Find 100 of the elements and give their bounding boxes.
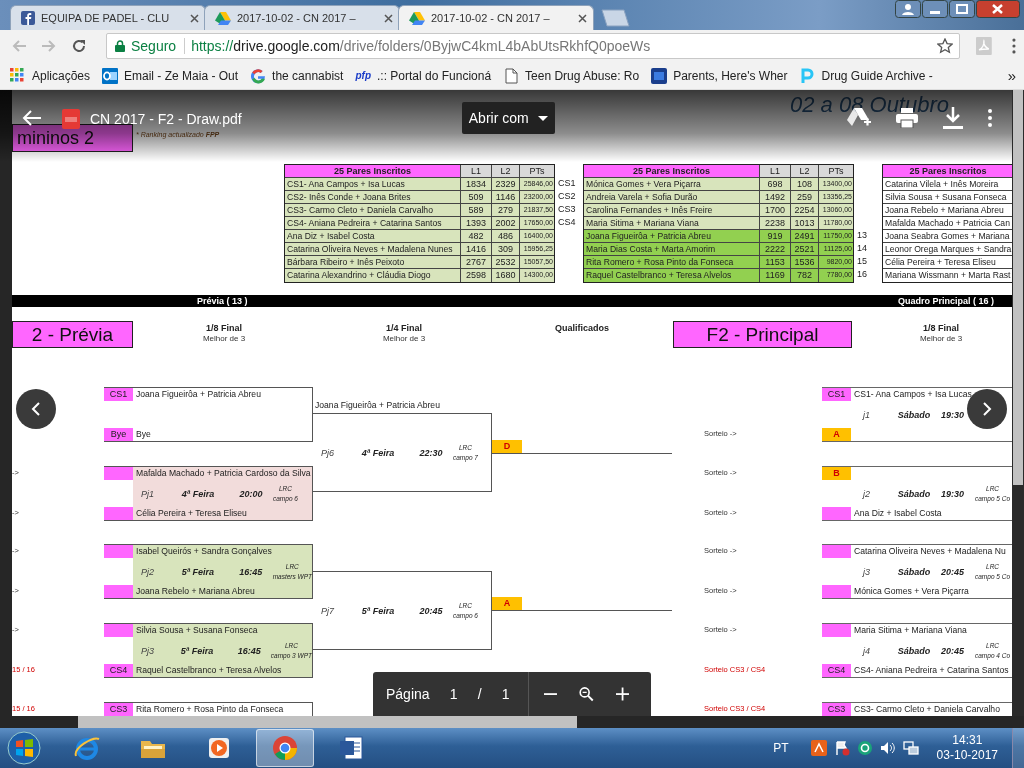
column-header: L1 xyxy=(461,165,492,178)
slot-label: D xyxy=(492,440,522,453)
game-day: Sábado xyxy=(887,488,941,499)
game-day: 4ª Feira xyxy=(167,488,229,499)
clock-date[interactable]: 03-10-2017 xyxy=(936,748,998,763)
open-with-button[interactable]: Abrir com xyxy=(461,102,555,134)
drive-icon xyxy=(215,11,231,25)
bookmark-item[interactable]: pfp .:: Portal do Funcioná xyxy=(355,68,492,83)
table-cell: Joana Figueirôa + Patricia Abreu xyxy=(584,230,760,243)
table-cell: Maria Dias Costa + Marta Amorim xyxy=(584,243,760,256)
table-cell: 698 xyxy=(760,178,791,191)
team-name: Célia Pereira + Teresa Eliseu xyxy=(133,507,312,520)
row-tag: 15 xyxy=(857,256,867,266)
seed-label: CS4 xyxy=(822,664,851,677)
table-cell: Célia Pereira + Teresa Eliseu xyxy=(883,256,1012,269)
maximize-icon[interactable] xyxy=(949,0,975,18)
flag-icon[interactable] xyxy=(833,740,850,756)
chevron-right-icon xyxy=(982,402,992,416)
close-icon[interactable] xyxy=(384,13,393,23)
column-header: L1 xyxy=(760,165,791,178)
table-cell: 2254 xyxy=(791,204,819,217)
game-day: Sábado xyxy=(887,645,941,656)
seed-marker xyxy=(104,545,133,558)
team-name: Silvia Sousa + Susana Fonseca xyxy=(133,624,312,637)
slot-label: A xyxy=(822,428,851,441)
table-cell: 2767 xyxy=(461,256,492,269)
table-cell: 259 xyxy=(791,191,819,204)
column-header: L2 xyxy=(492,165,520,178)
shield-icon[interactable] xyxy=(856,740,873,756)
round-title: 1/8 Final xyxy=(922,323,960,333)
seed-marker xyxy=(104,624,133,637)
more-bookmarks-button[interactable]: » xyxy=(1007,67,1016,84)
back-icon[interactable] xyxy=(22,110,42,126)
user-icon[interactable] xyxy=(895,0,921,18)
menu-icon[interactable] xyxy=(1012,38,1016,54)
vertical-scrollbar[interactable] xyxy=(1012,90,1024,716)
game-time: 19:30 xyxy=(941,409,966,420)
browser-tab[interactable]: EQUIPA DE PADEL - CLU xyxy=(10,5,206,30)
outlook-icon xyxy=(102,67,119,84)
bookmark-item[interactable]: Email - Ze Maia - Out xyxy=(102,67,239,84)
close-icon[interactable] xyxy=(578,13,587,23)
page-number[interactable]: 1 xyxy=(449,686,458,702)
round-title: 1/4 Final xyxy=(385,323,423,333)
column-header: PTs xyxy=(819,165,853,178)
game-time: 19:30 xyxy=(941,488,966,499)
table-cell: 1680 xyxy=(492,269,520,282)
table-cell: 486 xyxy=(492,230,520,243)
table-cell: 589 xyxy=(461,204,492,217)
browser-tab[interactable]: 2017-10-02 - CN 2017 – xyxy=(398,5,594,30)
bookmark-item[interactable]: Parents, Here's Wher xyxy=(651,67,788,84)
reload-icon[interactable] xyxy=(71,38,87,54)
table-cell: Bárbara Ribeiro + Inês Peixoto xyxy=(285,256,461,269)
table-cell: Ana Diz + Isabel Costa xyxy=(285,230,461,243)
letter-icon xyxy=(799,67,816,84)
page-icon xyxy=(503,67,520,84)
site-icon: pfp xyxy=(355,70,371,81)
table-cell: Leonor Orega Marques + Sandra xyxy=(883,243,1012,256)
row-tag: 16 xyxy=(857,269,867,279)
game-code: j1 xyxy=(863,409,871,420)
zoom-in-icon[interactable] xyxy=(616,686,629,702)
app-tray-icon[interactable] xyxy=(810,740,827,756)
language-indicator[interactable]: PT xyxy=(773,741,789,755)
bookmark-item[interactable]: the cannabist xyxy=(250,67,344,84)
seed-marker xyxy=(822,624,851,637)
game-time: 20:45 xyxy=(418,605,444,616)
network-icon[interactable] xyxy=(902,740,919,756)
zoom-icon[interactable] xyxy=(579,685,595,703)
game-day: Sábado xyxy=(887,409,941,420)
more-icon[interactable] xyxy=(988,109,992,127)
browser-tab[interactable]: 2017-10-02 - CN 2017 – xyxy=(204,5,400,30)
game-code: Pj7 xyxy=(321,605,335,616)
bookmark-item[interactable]: Aplicações xyxy=(10,67,91,84)
round-title: 1/8 Final xyxy=(205,323,243,333)
close-icon[interactable] xyxy=(190,13,199,23)
horizontal-scrollbar[interactable] xyxy=(0,716,1024,728)
address-bar[interactable]: Seguro https://drive.google.com/drive/folders/0ByjwC4kmL4bAbUtsRkhfQ0poeWs xyxy=(106,33,961,59)
bookmark-item[interactable]: Teen Drug Abuse: Ro xyxy=(503,67,640,84)
bookmark-item[interactable]: Drug Guide Archive - xyxy=(799,67,933,84)
table-cell: 309 xyxy=(492,243,520,256)
game-code: Pj3 xyxy=(141,645,155,656)
game-time: 16:45 xyxy=(238,566,264,577)
minimize-icon[interactable] xyxy=(922,0,948,18)
close-icon[interactable] xyxy=(976,0,1020,18)
seed-marker xyxy=(822,585,851,598)
chrome-icon xyxy=(271,734,299,762)
table-cell: Mónica Gomes + Vera Piçarra xyxy=(584,178,760,191)
google-icon xyxy=(250,67,267,84)
table-cell: 2238 xyxy=(760,217,791,230)
star-icon[interactable] xyxy=(937,38,954,54)
clock-time[interactable]: 14:31 xyxy=(952,733,983,748)
start-button[interactable] xyxy=(6,730,42,766)
table-cell: CS3- Carmo Cleto + Daniela Carvalho xyxy=(285,204,461,217)
table-cell: 2521 xyxy=(791,243,819,256)
row-tag: CS3 xyxy=(558,204,576,214)
page-total: 1 xyxy=(501,686,510,702)
table-cell: Maria Sitima + Mariana Viana xyxy=(584,217,760,230)
section-title: Prévia ( 13 ) xyxy=(197,295,248,307)
volume-icon[interactable] xyxy=(879,740,896,756)
game-day: 5ª Feira xyxy=(166,645,228,656)
section-banner: 2 - Prévia xyxy=(12,321,133,348)
